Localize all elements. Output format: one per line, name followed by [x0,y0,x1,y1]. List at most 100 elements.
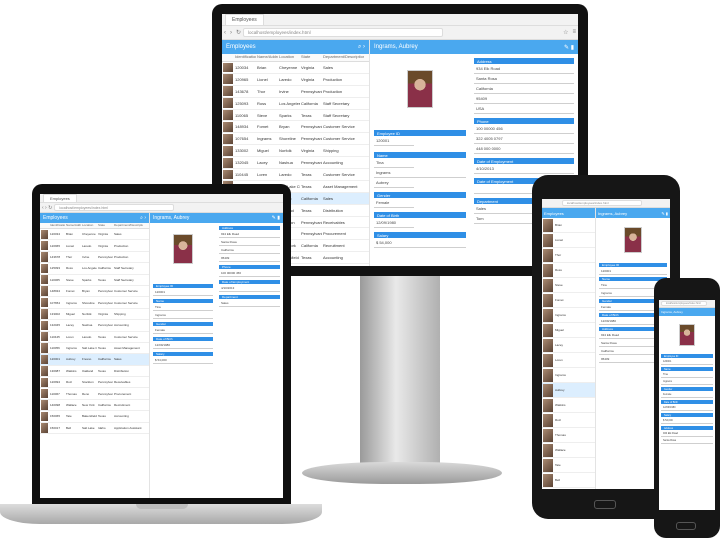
phone-field-employee-id[interactable]: 120001 [661,358,713,365]
table-row[interactable]: Ross [542,263,595,278]
field-employee-id[interactable]: 120001 [374,136,414,146]
table-row[interactable]: 120965 Lionel Laredo Virginia Production [222,74,369,86]
field-country[interactable]: USA [474,104,574,114]
field-employment-date[interactable]: 4/10/2013 [474,164,574,174]
search-icon[interactable]: ⌕ › [358,44,365,51]
table-row[interactable]: Thor [542,248,595,263]
grid-column-header[interactable]: Location [81,223,97,228]
table-row[interactable]: 133002 Miguel Norfolk Virginia Shipping [40,309,149,321]
table-row[interactable]: Fomet [542,293,595,308]
laptop-field-street[interactable]: 934 Elk Road [219,230,280,238]
table-row[interactable]: 148934 Fomet Bryan PennsylvaniaCustomer Ser… [40,286,149,298]
table-row[interactable]: 143678 Thor Irvine PennsylvaniaProduction [40,252,149,264]
table-row[interactable]: Lionel [542,233,595,248]
table-row[interactable]: 107654IngramsShorelinePennsylvaniaCustom… [222,133,369,146]
phone-field-first-name[interactable]: Tina [661,371,713,378]
grid-column-header[interactable]: State [300,54,322,61]
table-row[interactable]: 143678 Thor Irvine PennsylvaniaProduction [222,86,369,98]
field-street[interactable]: 934 Elk Road [474,64,574,74]
table-row[interactable]: 110067 Thomas Reno PennsylvaniaProcurement [40,388,149,400]
table-row[interactable]: 120965 Lionel Laredo Virginia Production [40,240,149,252]
table-row[interactable]: 110445 Loren Laredo Texas Customer Service [40,332,149,343]
table-row[interactable]: 120001 Aubrey Fresno CaliforniaSales [40,354,149,366]
laptop-field-state[interactable]: California [219,246,280,254]
laptop-field-gender[interactable]: Female [153,326,213,334]
phone-field-last-name[interactable]: Ingrams [661,378,713,385]
table-row[interactable]: 110445 Loren Laredo Texas Customer Service [222,169,369,181]
tablet-edit-icon[interactable]: ✎ ▮ [661,211,668,216]
grid-column-header[interactable]: Department/Description [322,54,364,61]
grid-column-header[interactable]: State [97,223,113,228]
laptop-field-city[interactable]: Santa Rosa [219,238,280,246]
grid-column-header[interactable]: Department/Description [113,223,143,228]
phone-field-city[interactable]: Santa Rosa [661,437,713,444]
field-phone-3[interactable]: 448 000 0000 [474,144,574,154]
browser-tab[interactable]: Employees [225,14,264,25]
grid-column-header[interactable]: Name/Address [256,54,278,61]
laptop-edit-icon[interactable]: ✎ ▮ [272,215,280,221]
table-row[interactable]: 132045 Lacey Nashua PennsylvaniaAccounting [40,320,149,332]
field-city[interactable]: Santa Rosa [474,74,574,84]
field-phone-2[interactable]: 322 4005 0797 [474,134,574,144]
laptop-browser-tab[interactable]: Employees [43,194,77,202]
phone-field-gender[interactable]: Female [661,391,713,398]
table-row[interactable]: Brian [542,218,595,233]
laptop-field-salary[interactable]: $ 54,000 [153,356,213,364]
field-date-of-birth[interactable]: 12/09/1980 [374,218,414,228]
field-gender[interactable]: Female [374,198,414,208]
table-row[interactable]: Miguel [542,323,595,338]
tablet-home-button[interactable] [594,500,616,509]
phone-field-salary[interactable]: $ 54,000 [661,417,713,424]
back-icon[interactable]: ‹ [224,30,226,36]
table-row[interactable]: 140098 Wallace New YorkCaliforniaRecruitme… [40,400,149,412]
table-row[interactable]: Ruiz [542,413,595,428]
laptop-field-department[interactable]: Sales [219,299,280,307]
grid-column-header[interactable]: Location [278,54,300,61]
table-row[interactable]: 120034 Brian Cheyenne Virginia Sales [222,62,369,74]
table-row[interactable]: 150065 Tate BakersfieldTexas Accounting [40,411,149,423]
laptop-field-phone[interactable]: 100 00000 456 [219,269,280,277]
table-row[interactable]: Loren [542,353,595,368]
phone-field-dob[interactable]: 12/09/1980 [661,404,713,411]
laptop-field-first-name[interactable]: Tina [153,303,213,311]
edit-icon[interactable]: ✎ ▮ [564,44,574,51]
table-row[interactable]: 148934 Fomet Bryan PennsylvaniaCustomer Ser… [222,121,369,134]
phone-field-street[interactable]: 934 Elk Road [661,430,713,437]
bookmark-icon[interactable]: ☆ [563,29,568,36]
table-row[interactable]: 132045 Lacey Nashua PennsylvaniaAccounting [222,157,369,170]
table-row[interactable]: Ingrams [542,368,595,383]
tablet-field-employee-id[interactable]: 120001 [599,267,667,275]
phone-address-bar[interactable]: localhost/employees/index.html [661,301,707,306]
laptop-search-icon[interactable]: ⌕ › [140,215,146,221]
table-row[interactable]: Lacey [542,338,595,353]
table-row[interactable]: 130987 Watkins Oakland Texas Distribution [40,366,149,378]
table-row[interactable]: Thomas [542,428,595,443]
table-row[interactable]: 120994 Ruiz Stockton PennsylvaniaReceivable… [40,377,149,389]
table-row[interactable]: Wallace [542,443,595,458]
laptop-field-dob[interactable]: 12/09/1980 [153,341,213,349]
table-row[interactable]: 110065 Steve Sparks Texas Staff Secretary [40,275,149,286]
table-row[interactable]: 125093 Ross Los Angeles California Staff Sec… [40,263,149,275]
laptop-field-employment[interactable]: 4/10/2013 [219,284,280,292]
field-zip[interactable]: 95409 [474,94,574,104]
table-row[interactable]: 107654IngramsShorelinePennsylvaniaCustom… [40,297,149,309]
grid-column-header[interactable]: Name/Address [65,223,81,228]
laptop-field-zip[interactable]: 95409 [219,254,280,262]
table-row[interactable]: Tate [542,458,595,473]
table-row[interactable]: 150017 Bell Salt LakeIdaho Application Assi… [40,423,149,435]
laptop-back-icon[interactable]: ‹ › ↻ [42,205,52,211]
table-row[interactable]: Watkins [542,398,595,413]
laptop-field-last-name[interactable]: Ingrams [153,311,213,319]
table-row[interactable]: 110056 Ingrams Salt Lake CityTexas Asset Ma… [40,343,149,355]
table-row[interactable]: 120034 Brian Cheyenne Virginia Sales [40,229,149,241]
laptop-field-employee-id[interactable]: 120001 [153,288,213,296]
table-row[interactable]: Aubrey [542,383,595,398]
reload-icon[interactable]: ↻ [236,29,241,36]
table-row[interactable]: 110065 Steve Sparks Texas Staff Secretary [222,110,369,122]
menu-icon[interactable]: ≡ [572,29,576,36]
table-row[interactable]: Steve [542,278,595,293]
table-row[interactable]: 125093 Ross Los Angeles California Staff Sec… [222,98,369,110]
table-row[interactable]: Bell [542,473,595,488]
forward-icon[interactable]: › [230,30,232,36]
field-salary[interactable]: $ 54,000 [374,238,466,248]
